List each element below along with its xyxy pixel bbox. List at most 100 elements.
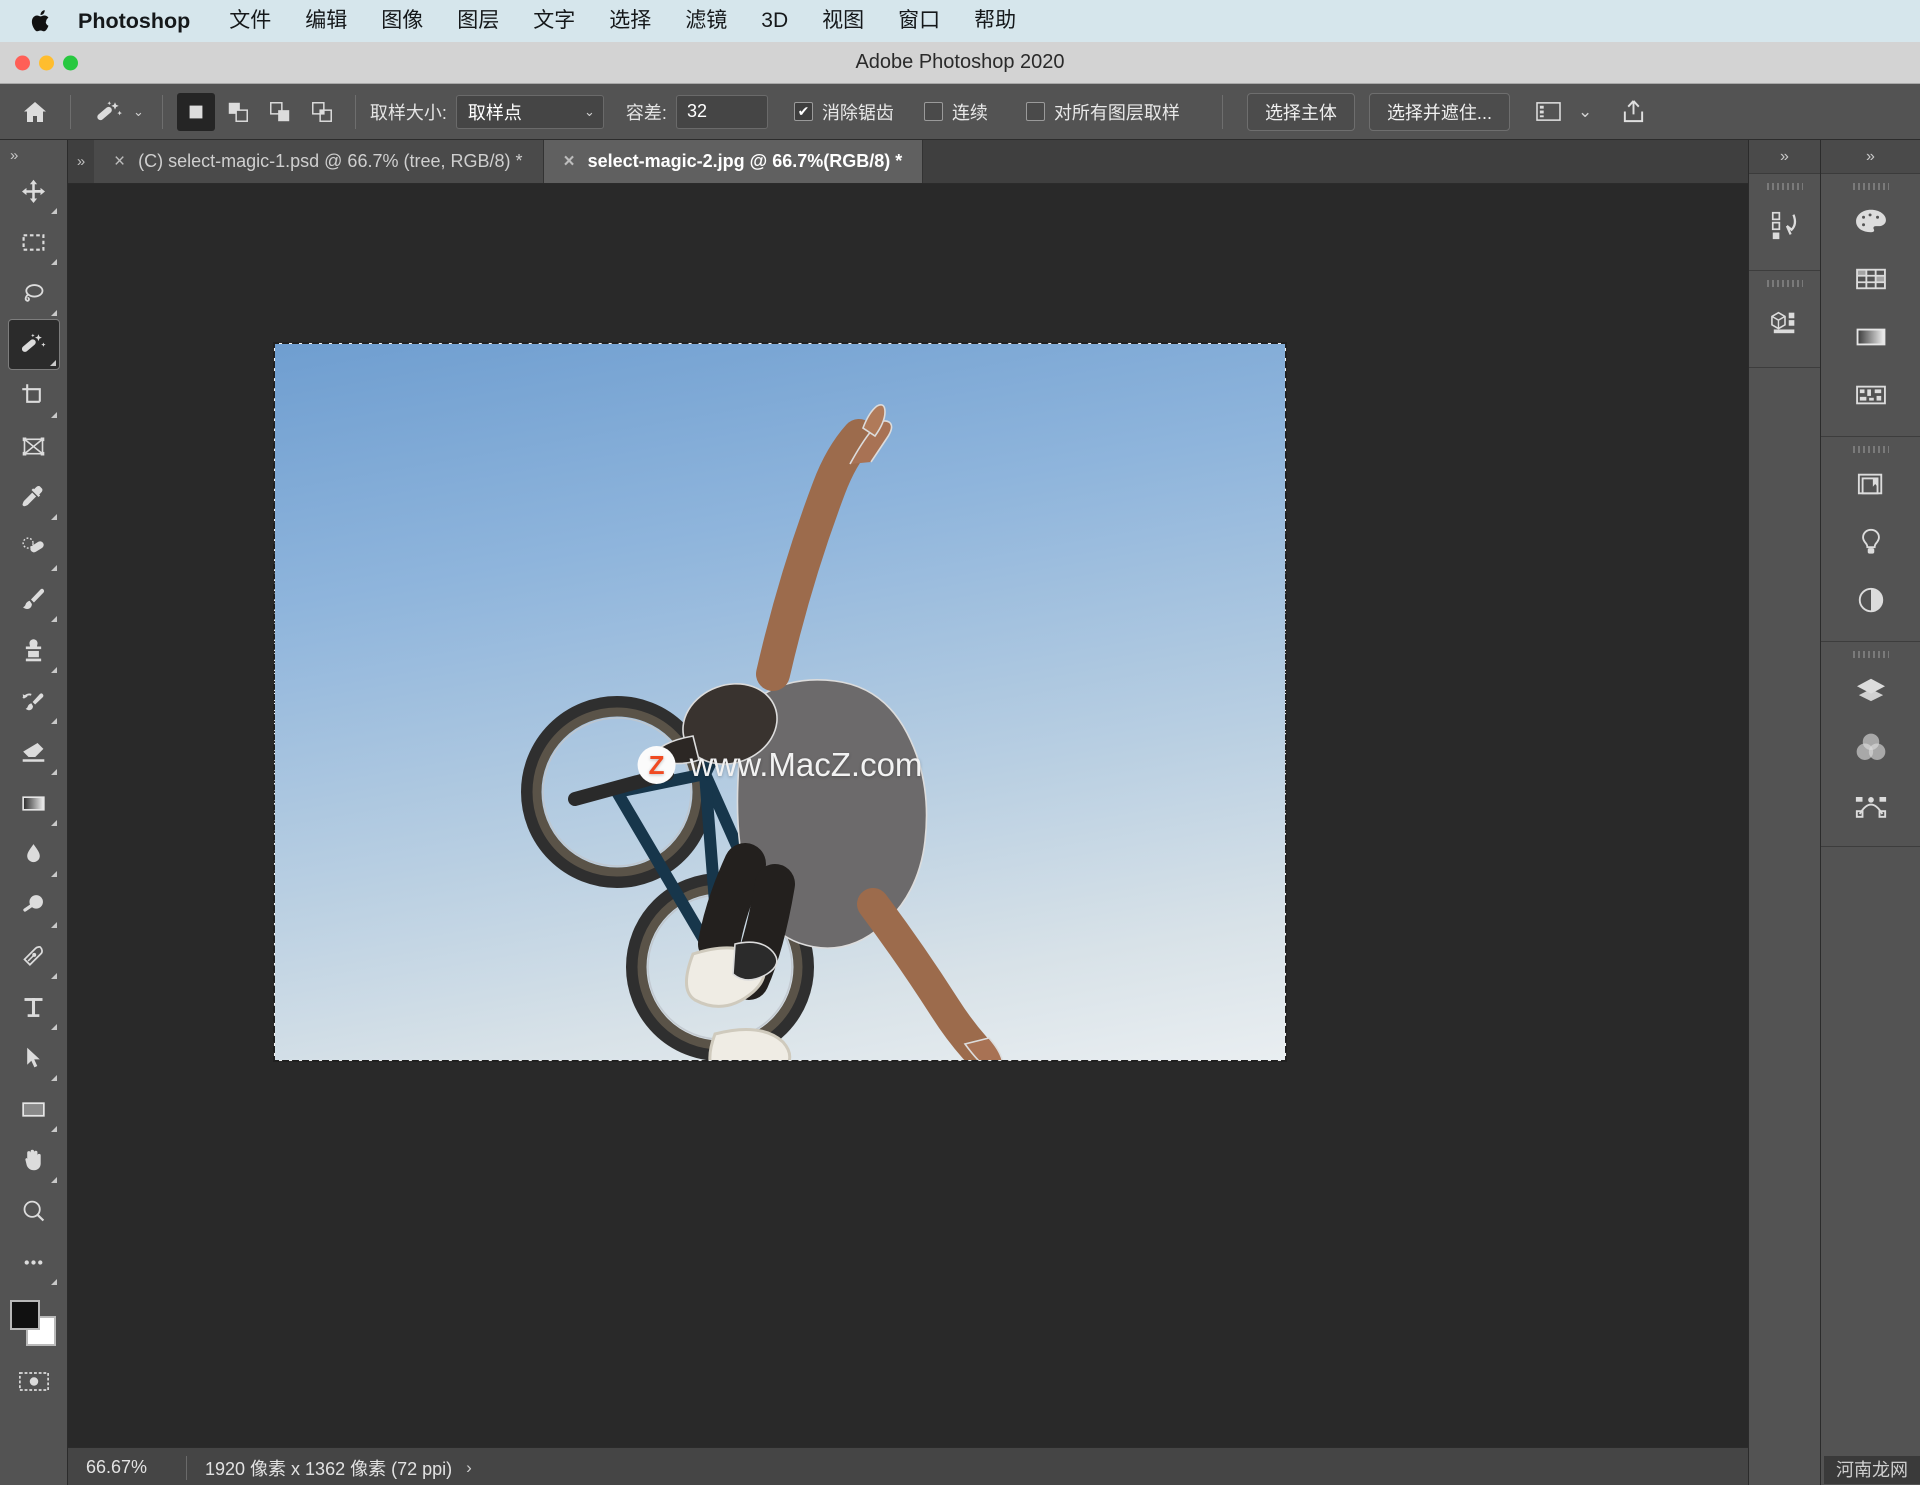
canvas-area[interactable]: Z www.MacZ.com 比如这里的鞋子，点按 Option 键，并点击该区… [68, 184, 1748, 1447]
history-brush-tool[interactable] [8, 676, 60, 727]
select-subject-button[interactable]: 选择主体 [1246, 92, 1355, 131]
menu-item-filter[interactable]: 滤镜 [668, 0, 744, 42]
site-watermark-badge: 河南龙网 [1824, 1456, 1920, 1484]
contiguous-checkbox[interactable]: 连续 [923, 99, 988, 125]
path-selection-tool[interactable] [8, 1033, 60, 1084]
history-group [1749, 174, 1820, 271]
foreground-color-swatch[interactable] [9, 1300, 40, 1330]
maximize-window-button[interactable] [63, 55, 78, 70]
chevron-down-icon[interactable]: ⌄ [1578, 102, 1592, 122]
document-tab-select-magic-2[interactable]: × select-magic-2.jpg @ 66.7%(RGB/8) * [543, 140, 924, 183]
apple-logo-icon[interactable] [26, 4, 56, 38]
sample-size-select[interactable]: 取样点 ⌄ [455, 94, 604, 129]
clone-stamp-tool[interactable] [8, 625, 60, 676]
home-icon[interactable] [14, 91, 56, 133]
tabs-collapse-handle[interactable]: » [68, 140, 94, 183]
selection-mode-group [176, 92, 341, 131]
menu-item-photoshop[interactable]: Photoshop [78, 0, 212, 42]
blur-tool[interactable] [8, 829, 60, 880]
intersect-selection-button[interactable] [303, 93, 341, 131]
brush-tool[interactable] [8, 574, 60, 625]
panel-collapse-handle[interactable]: » [1821, 140, 1920, 174]
menu-item-view[interactable]: 视图 [805, 0, 881, 42]
subtract-from-selection-button[interactable] [261, 93, 299, 131]
workspace-icon[interactable] [1528, 91, 1570, 133]
secondary-panel-column: » [1748, 140, 1820, 1485]
chevron-down-icon: ⌄ [584, 103, 595, 119]
magic-wand-tool[interactable] [7, 319, 60, 370]
gradient-tool[interactable] [8, 778, 60, 829]
watermark: Z www.MacZ.com [637, 746, 922, 784]
share-icon[interactable] [1612, 91, 1654, 133]
panel-grip[interactable] [1821, 437, 1920, 455]
eyedropper-tool[interactable] [8, 472, 60, 523]
chevron-right-icon[interactable]: › [466, 1458, 472, 1478]
document-tab-select-magic-1[interactable]: × (C) select-magic-1.psd @ 66.7% (tree, … [94, 140, 544, 183]
menu-item-select[interactable]: 选择 [592, 0, 668, 42]
edit-toolbar-button[interactable] [8, 1237, 60, 1288]
type-tool[interactable] [8, 982, 60, 1033]
menu-item-window[interactable]: 窗口 [881, 0, 957, 42]
sample-all-layers-checkbox[interactable]: 对所有图层取样 [1025, 99, 1180, 125]
3d-panel-icon[interactable] [1754, 289, 1816, 355]
spot-healing-brush-tool[interactable] [8, 523, 60, 574]
move-tool[interactable] [8, 166, 60, 217]
add-to-selection-button[interactable] [219, 93, 257, 131]
adjustments-panel-icon[interactable] [1842, 455, 1900, 513]
tool-options-bar: ⌄ 取样大小: 取样点 ⌄ 容差: 32 ✔ 消除锯齿 连续 对所有图层取样 选… [0, 84, 1920, 140]
minimize-window-button[interactable] [39, 55, 54, 70]
panel-grip[interactable] [1749, 271, 1820, 289]
menu-item-edit[interactable]: 编辑 [288, 0, 364, 42]
layers-panel-icon[interactable] [1842, 660, 1900, 718]
close-window-button[interactable] [15, 55, 30, 70]
select-and-mask-label: 选择并遮住... [1386, 102, 1492, 123]
menu-item-type[interactable]: 文字 [516, 0, 592, 42]
rectangle-shape-tool[interactable] [8, 1084, 60, 1135]
select-and-mask-button[interactable]: 选择并遮住... [1368, 92, 1510, 131]
new-selection-button[interactable] [176, 92, 215, 131]
color-swatches[interactable] [8, 1298, 60, 1354]
swatches-panel-icon[interactable] [1842, 250, 1900, 308]
window-title: Adobe Photoshop 2020 [855, 51, 1065, 73]
menu-item-help[interactable]: 帮助 [957, 0, 1033, 42]
lasso-tool[interactable] [8, 268, 60, 319]
properties-panel-icon[interactable] [1842, 571, 1900, 629]
checkbox-unchecked-icon [923, 102, 943, 121]
marquee-tool[interactable] [8, 217, 60, 268]
close-icon[interactable]: × [564, 151, 575, 173]
dodge-tool[interactable] [8, 880, 60, 931]
hand-tool[interactable] [8, 1135, 60, 1186]
document-canvas[interactable]: Z www.MacZ.com [273, 342, 1287, 1062]
frame-tool[interactable] [8, 421, 60, 472]
menu-item-3d[interactable]: 3D [744, 0, 805, 42]
paths-panel-icon[interactable] [1842, 776, 1900, 834]
gradients-panel-icon[interactable] [1842, 308, 1900, 366]
panel-collapse-handle[interactable]: » [1749, 140, 1820, 174]
zoom-level-value[interactable]: 66.67% [68, 1457, 186, 1478]
panel-grip[interactable] [1821, 174, 1920, 192]
patterns-panel-icon[interactable] [1842, 366, 1900, 424]
crop-tool[interactable] [8, 370, 60, 421]
menu-item-image[interactable]: 图像 [364, 0, 440, 42]
libraries-panel-icon[interactable] [1842, 513, 1900, 571]
pen-tool[interactable] [8, 931, 60, 982]
menu-item-file[interactable]: 文件 [212, 0, 288, 42]
channels-panel-icon[interactable] [1842, 718, 1900, 776]
document-dimensions-value: 1920 像素 x 1362 像素 (72 ppi) [205, 1458, 453, 1479]
quick-mask-icon[interactable] [11, 1366, 57, 1396]
document-tabs: » × (C) select-magic-1.psd @ 66.7% (tree… [68, 140, 1748, 184]
history-panel-icon[interactable] [1754, 192, 1816, 258]
close-icon[interactable]: × [114, 151, 125, 173]
panel-grip[interactable] [1749, 174, 1820, 192]
status-bar: 66.67% 1920 像素 x 1362 像素 (72 ppi) › [68, 1447, 1748, 1485]
menu-item-layer[interactable]: 图层 [440, 0, 516, 42]
anti-alias-checkbox[interactable]: ✔ 消除锯齿 [793, 99, 894, 125]
tool-preset-picker[interactable]: ⌄ [85, 91, 148, 133]
tolerance-input[interactable]: 32 [675, 94, 768, 129]
document-dimensions-info[interactable]: 1920 像素 x 1362 像素 (72 ppi) › [187, 1455, 472, 1481]
zoom-tool[interactable] [8, 1186, 60, 1237]
toolbar-collapse-handle[interactable]: » [0, 144, 67, 166]
panel-grip[interactable] [1821, 642, 1920, 660]
color-panel-icon[interactable] [1842, 192, 1900, 250]
eraser-tool[interactable] [8, 727, 60, 778]
